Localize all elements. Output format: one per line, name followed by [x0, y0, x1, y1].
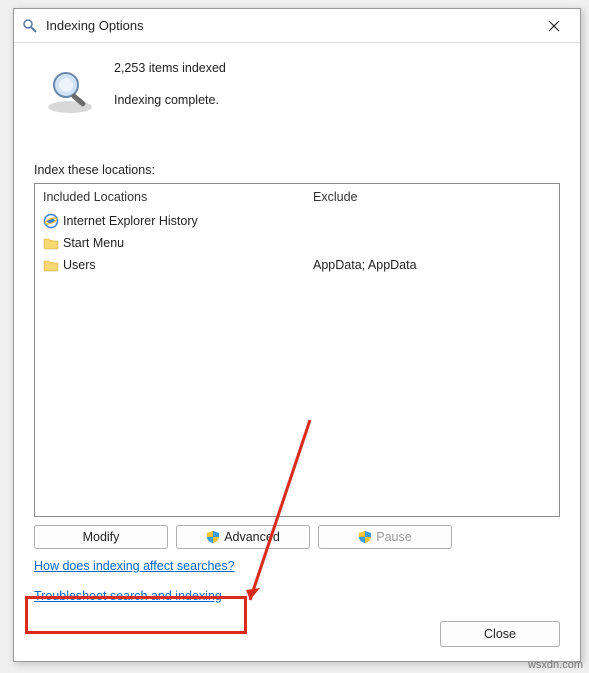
indexing-icon — [22, 18, 38, 34]
column-header-included: Included Locations — [43, 190, 297, 204]
folder-icon — [43, 235, 59, 251]
indexed-count: 2,253 items indexed — [114, 61, 226, 75]
ie-icon — [43, 213, 59, 229]
list-item-label: Users — [63, 258, 96, 272]
troubleshoot-link[interactable]: Troubleshoot search and indexing — [34, 589, 222, 603]
indexing-options-dialog: Indexing Options 2,253 items indexed Ind… — [13, 8, 581, 662]
exclude-cell: AppData; AppData — [313, 254, 551, 276]
exclude-cell — [313, 232, 551, 254]
exclude-cell — [313, 210, 551, 232]
folder-icon — [43, 257, 59, 273]
list-item-label: Internet Explorer History — [63, 214, 198, 228]
advanced-button-label: Advanced — [224, 530, 280, 544]
dialog-title: Indexing Options — [46, 18, 534, 33]
list-item[interactable]: Users — [43, 254, 297, 276]
close-icon[interactable] — [534, 12, 574, 40]
dialog-content: 2,253 items indexed Indexing complete. I… — [14, 43, 580, 621]
watermark: wsxdn.com — [528, 659, 583, 671]
list-item-label: Start Menu — [63, 236, 124, 250]
pause-button: Pause — [318, 525, 452, 549]
locations-label: Index these locations: — [34, 163, 560, 177]
modify-button-label: Modify — [83, 530, 120, 544]
column-header-exclude: Exclude — [313, 190, 551, 204]
modify-button[interactable]: Modify — [34, 525, 168, 549]
dialog-footer: Close — [14, 621, 580, 661]
list-item[interactable]: Start Menu — [43, 232, 297, 254]
shield-icon — [206, 530, 220, 544]
status-row: 2,253 items indexed Indexing complete. — [34, 59, 560, 123]
shield-icon — [358, 530, 372, 544]
advanced-button[interactable]: Advanced — [176, 525, 310, 549]
button-row: Modify Advanced Pause — [34, 525, 560, 549]
locations-list[interactable]: Included Locations Internet Explorer His… — [34, 183, 560, 517]
close-button-label: Close — [484, 627, 516, 641]
titlebar: Indexing Options — [14, 9, 580, 43]
close-button[interactable]: Close — [440, 621, 560, 647]
list-item[interactable]: Internet Explorer History — [43, 210, 297, 232]
indexing-state: Indexing complete. — [114, 93, 226, 107]
magnifier-icon — [44, 65, 96, 117]
how-indexing-link[interactable]: How does indexing affect searches? — [34, 559, 235, 573]
pause-button-label: Pause — [376, 530, 411, 544]
help-links: How does indexing affect searches? Troub… — [34, 559, 560, 603]
